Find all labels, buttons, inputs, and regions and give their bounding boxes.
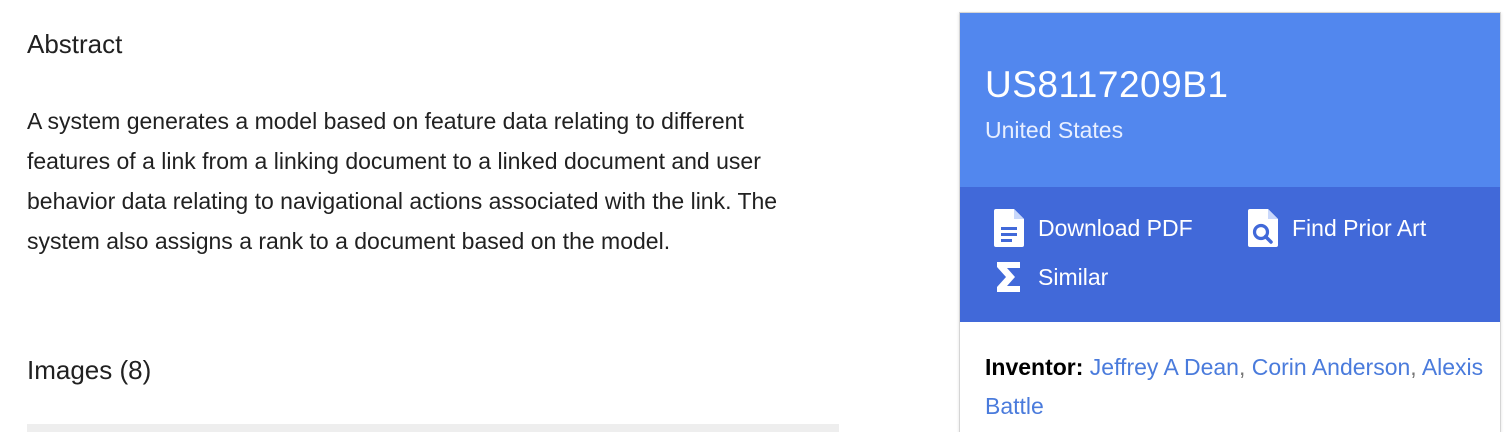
find-prior-art-label: Find Prior Art (1292, 215, 1427, 241)
patent-summary-card: US8117209B1 United States Download PDF F… (959, 12, 1501, 432)
images-heading: Images (8) (27, 355, 152, 385)
inventor-separator: , (1238, 354, 1246, 380)
patent-header: US8117209B1 United States (960, 13, 1500, 187)
find-prior-art-button[interactable]: Find Prior Art (1246, 208, 1426, 248)
publication-country: United States (985, 117, 1124, 143)
inventor-separator: , (1410, 354, 1417, 380)
inventor-link[interactable]: Jeffrey A Dean (1090, 354, 1239, 380)
abstract-heading: Abstract (27, 29, 123, 59)
patent-page: Abstract A system generates a model base… (0, 0, 1504, 432)
sigma-icon (992, 257, 1026, 297)
publication-number: US8117209B1 (985, 64, 1229, 105)
inventors-section: Inventor: Jeffrey A Dean, Corin Anderson… (985, 348, 1485, 426)
abstract-text: A system generates a model based on feat… (27, 108, 778, 254)
patent-actions: Download PDF Find Prior Art Similar (960, 187, 1500, 322)
inventor-link[interactable]: Corin Anderson (1252, 354, 1411, 380)
images-carousel[interactable] (27, 424, 839, 432)
similar-label: Similar (1038, 264, 1109, 290)
download-pdf-label: Download PDF (1038, 215, 1193, 241)
inventor-label: Inventor: (985, 354, 1084, 380)
similar-button[interactable]: Similar (992, 257, 1108, 297)
search-document-icon (1246, 208, 1280, 248)
download-pdf-button[interactable]: Download PDF (992, 208, 1193, 248)
document-icon (992, 208, 1026, 248)
